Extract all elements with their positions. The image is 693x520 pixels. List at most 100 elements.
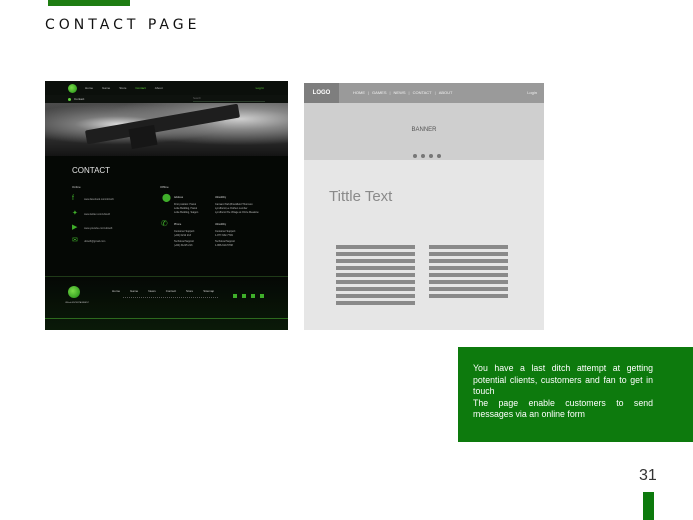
breadcrumb-dot-icon [68,97,71,101]
address-line-2: Lyndhurst,Le Oothen Lumber [215,207,248,210]
mail-icon: ✉ [72,237,78,244]
footer-nav-item: Contact [165,289,177,293]
mockup-hero-image [45,103,288,156]
footer-logo-text: UBIsoft ENTERTAINMENT [65,302,89,304]
placeholder-text-line [336,252,415,256]
mockup-search: Search [193,97,265,102]
footer-twitter-icon [242,294,246,298]
page-title: CONTACT PAGE [45,17,201,33]
description-box: You have a last ditch attempt at getting… [458,347,693,442]
page-number: 31 [639,467,657,484]
carousel-dot [437,154,441,158]
mockup-login: Log In [255,86,264,90]
phone-line: (+84) 31215 213 [174,244,193,247]
mockup-contact-heading: CONTACT [72,166,111,175]
wireframe-text-column-right [429,245,508,301]
placeholder-text-line [429,280,508,284]
footer-copyright-lines [123,297,218,302]
map-pin-icon: ⬤ [162,193,171,202]
footer-mail-icon [260,294,264,298]
footer-facebook-icon [233,294,237,298]
carousel-dots [413,154,441,158]
description-text: You have a last ditch attempt at getting… [473,363,653,421]
placeholder-text-line [336,301,415,305]
mockup-nav-contact: Contact [135,86,146,90]
footer-nav-item: Store [186,289,194,293]
placeholder-text-line [336,259,415,263]
phone-line-2: Technical Support [215,240,235,243]
address-label-2: Ubisofthty [215,196,227,199]
mockup-footer: UBIsoft ENTERTAINMENT Home Game News Con… [45,276,288,330]
phone-line-2: 1-866-610-5738 [215,244,233,247]
rifle-grip-shape [128,124,158,150]
footer-youtube-icon [251,294,255,298]
wireframe-banner: BANNER [304,103,544,160]
nav-separator: | [389,90,391,95]
address-label: Address [174,196,184,199]
twitter-icon: ✦ [72,210,78,217]
address-line-2: Camaro Park,Brookfield Thomson [215,203,253,206]
address-line-2: Lyndhurst Pte Village at Ozzie Meadow [215,211,259,214]
footer-nav: Home Game News Contact Store Sitemap [112,289,214,293]
mockup-nav-store: Store [119,86,127,90]
wireframe-mockup: LOGO HOME | GAMES | NEWS | CONTACT | ABO… [304,83,544,330]
wireframe-text-column-left [336,245,415,308]
online-heading: Online [72,185,81,189]
mockup-contact-body: CONTACT Online Offline f www.facebook.co… [45,156,288,276]
online-youtube-row: ▶ www.youtube.com/ubisoft [72,224,113,231]
wireframe-logo: LOGO [304,83,339,103]
phone-label-2: Ubisofthty [215,223,227,226]
online-facebook-row: f www.facebook.com/ubisoft [72,195,114,202]
footer-nav-item: Home [112,289,121,293]
address-line: First position: Hanoi [174,203,197,206]
nav-separator: | [408,90,410,95]
online-mail-row: ✉ ubisoft@gmail.com [72,237,105,244]
nav-separator: | [434,90,436,95]
footer-nav-item: Game [130,289,139,293]
footer-logo-icon [68,286,80,298]
phone-label: Phone [174,223,182,226]
footer-green-line [45,318,288,319]
carousel-dot [413,154,417,158]
dark-contact-mockup: Home Game Store Contact About Log In Con… [45,81,288,330]
mockup-nav-game: Game [102,86,111,90]
placeholder-text-line [429,287,508,291]
wireframe-navbar: LOGO HOME | GAMES | NEWS | CONTACT | ABO… [304,83,544,103]
online-twitter-row: ✦ www.twitter.com/ubisoft [72,210,110,217]
phone-line: (+84) 0212 213 [174,234,192,237]
mockup-nav-items: Home Game Store Contact About [85,86,163,90]
wireframe-title: Tittle Text [329,188,393,205]
description-line-1: You have a last ditch attempt at getting… [473,363,653,396]
wireframe-nav-about: ABOUT [438,90,453,95]
rifle-shape [84,103,241,145]
phone-icon: ✆ [161,219,168,228]
bottom-accent-bar [643,492,654,520]
phone-line-2: Customer Support [215,230,236,233]
carousel-dot [421,154,425,158]
facebook-icon: f [72,195,74,202]
banner-label: BANNER [411,127,437,133]
phone-line: Technical Support [174,240,194,243]
top-accent-bar [48,0,130,6]
placeholder-text-line [429,273,508,277]
offline-heading: Offline [160,185,169,189]
footer-nav-item: Sitemap [203,289,215,293]
mockup-nav-about: About [154,86,163,90]
address-line: Lotte Building, Saigon [174,211,199,214]
nav-separator: | [368,90,370,95]
placeholder-text-line [336,266,415,270]
placeholder-text-line [429,259,508,263]
youtube-link: www.youtube.com/ubisoft [84,226,113,230]
placeholder-text-line [336,245,415,249]
placeholder-text-line [336,280,415,284]
mockup-navbar: Home Game Store Contact About Log In [45,81,288,95]
placeholder-text-line [429,294,508,298]
placeholder-text-line [336,273,415,277]
footer-social-icons [233,294,264,298]
wireframe-nav-contact: CONTACT [412,90,432,95]
carousel-dot [429,154,433,158]
ubisoft-logo-icon [68,83,77,93]
footer-nav-item: News [148,289,156,293]
placeholder-text-line [429,252,508,256]
wireframe-nav-games: GAMES [372,90,387,95]
